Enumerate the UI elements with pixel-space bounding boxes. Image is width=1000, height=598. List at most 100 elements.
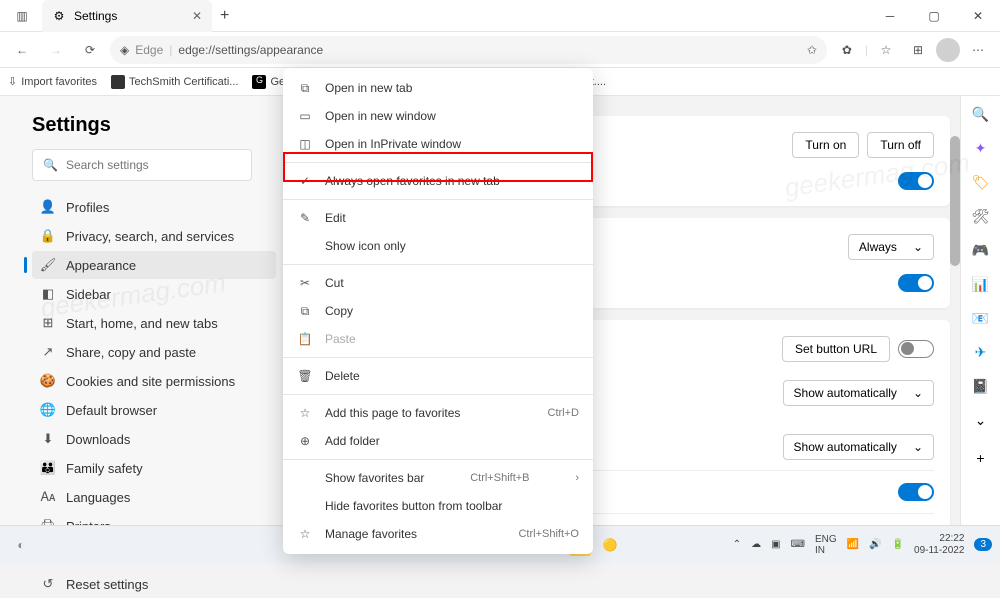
games-icon[interactable]: 🎮 [971, 240, 991, 260]
chevron-down-icon: ⌄ [913, 240, 923, 254]
minimize-button[interactable]: ─ [868, 0, 912, 32]
tools-icon[interactable]: 🛠 [971, 206, 991, 226]
favicon: G [252, 75, 266, 89]
context-menu-item[interactable]: ☆Manage favoritesCtrl+Shift+O [283, 520, 593, 548]
tray-keyboard[interactable]: ⌨ [791, 539, 805, 550]
tray-battery[interactable]: 🔋 [892, 539, 904, 550]
toggle[interactable] [898, 340, 934, 358]
context-menu-item[interactable]: Show icon only [283, 232, 593, 260]
toggle[interactable] [898, 274, 934, 292]
forward-button: → [42, 36, 70, 64]
maximize-button[interactable]: ▢ [912, 0, 956, 32]
address-url: edge://settings/appearance [178, 43, 323, 57]
toggle[interactable] [898, 483, 934, 501]
collections-icon[interactable]: ⊞ [904, 36, 932, 64]
favorite-icon[interactable]: ✩ [807, 43, 817, 57]
turn-off-button[interactable]: Turn off [867, 132, 934, 158]
avatar[interactable] [936, 38, 960, 62]
chevron-down-icon[interactable]: ⌄ [971, 410, 991, 430]
turn-on-button[interactable]: Turn on [792, 132, 859, 158]
favicon [111, 75, 125, 89]
tray-wifi[interactable]: 📶 [847, 539, 859, 550]
close-button[interactable]: ✕ [956, 0, 1000, 32]
context-menu-item[interactable]: ⧉Copy [283, 297, 593, 325]
nav-icon: ◧ [40, 286, 56, 302]
sidebar-item[interactable]: ⊞Start, home, and new tabs [32, 309, 276, 337]
toggle[interactable] [898, 172, 934, 190]
context-menu-item[interactable]: ⧉Open in new tab [283, 74, 593, 102]
close-tab-icon[interactable]: ✕ [192, 9, 202, 23]
clock[interactable]: 22:2209-11-2022 [914, 533, 964, 557]
select-show-auto[interactable]: Show automatically⌄ [783, 434, 934, 460]
outlook-icon[interactable]: 📧 [971, 308, 991, 328]
menu-icon: ✎ [297, 210, 313, 226]
menu-icon [297, 470, 313, 486]
taskbar-canary[interactable]: 🟡 [597, 532, 623, 558]
menu-icon: ▭ [297, 108, 313, 124]
page-title: Settings [32, 114, 276, 137]
sidebar-item[interactable]: ◧Sidebar [32, 280, 276, 308]
context-menu-item[interactable]: 🗑Delete [283, 362, 593, 390]
search-box[interactable]: 🔍 [32, 149, 252, 181]
taskview-icon[interactable]: ◐ [8, 532, 34, 558]
context-menu-item[interactable]: Hide favorites button from toolbar [283, 492, 593, 520]
add-icon[interactable]: + [971, 448, 991, 468]
context-menu-item[interactable]: ✓Always open favorites in new tab [283, 167, 593, 195]
tab-title: Settings [74, 9, 117, 23]
browser-tab[interactable]: ⚙ Settings ✕ [42, 0, 212, 32]
sidebar-item[interactable]: 👤Profiles [32, 193, 276, 221]
bookmark-item[interactable]: ⇩Import favorites [8, 75, 97, 88]
office-icon[interactable]: 📊 [971, 274, 991, 294]
tray-onedrive[interactable]: ☁ [751, 539, 761, 550]
notification-badge[interactable]: 3 [974, 538, 992, 551]
select-always[interactable]: Always⌄ [848, 234, 934, 260]
address-bar[interactable]: ◈ Edge | edge://settings/appearance ✩ [110, 36, 827, 64]
menu-icon: ☆ [297, 526, 313, 542]
search-icon: 🔍 [43, 158, 58, 172]
select-show-auto[interactable]: Show automatically⌄ [783, 380, 934, 406]
bookmark-item[interactable]: TechSmith Certificati... [111, 75, 238, 89]
sidebar-item[interactable]: ↺Reset settings [32, 570, 276, 598]
context-menu-item[interactable]: ✂Cut [283, 269, 593, 297]
context-menu-item[interactable]: ▭Open in new window [283, 102, 593, 130]
back-button[interactable]: ← [8, 36, 36, 64]
nav-icon: 🌐 [40, 402, 56, 418]
tray-icon[interactable]: ⌃ [733, 539, 741, 550]
sidebar-item[interactable]: 🌐Default browser [32, 396, 276, 424]
menu-icon: ✂ [297, 275, 313, 291]
menu-icon: 🗑 [297, 368, 313, 384]
context-menu-item[interactable]: Show favorites barCtrl+Shift+B› [283, 464, 593, 492]
tray-lang[interactable]: ENGIN [815, 534, 837, 556]
set-url-button[interactable]: Set button URL [782, 336, 890, 362]
search-icon[interactable]: 🔍 [971, 104, 991, 124]
context-menu-item[interactable]: ◫Open in InPrivate window [283, 130, 593, 158]
menu-icon: ⊕ [297, 433, 313, 449]
sidebar-item[interactable]: ↗Share, copy and paste [32, 338, 276, 366]
context-menu-item[interactable]: ☆Add this page to favoritesCtrl+D [283, 399, 593, 427]
sidebar-item[interactable]: 🖌Appearance [32, 251, 276, 279]
menu-icon[interactable]: ⋯ [964, 36, 992, 64]
menu-icon: ☆ [297, 405, 313, 421]
onenote-icon[interactable]: 📓 [971, 376, 991, 396]
sidebar-item[interactable]: 🗛Languages [32, 483, 276, 511]
tray-volume[interactable]: 🔊 [869, 539, 881, 550]
context-menu-item[interactable]: ⊕Add folder [283, 427, 593, 455]
search-input[interactable] [66, 158, 241, 172]
sidebar-item[interactable]: 👪Family safety [32, 454, 276, 482]
new-tab-button[interactable]: + [212, 7, 237, 25]
scrollbar[interactable] [950, 136, 960, 266]
extensions-icon[interactable]: ✿ [833, 36, 861, 64]
sidebar-item[interactable]: 🍪Cookies and site permissions [32, 367, 276, 395]
refresh-button[interactable]: ⟳ [76, 36, 104, 64]
sidebar-item[interactable]: 🔒Privacy, search, and services [32, 222, 276, 250]
tag-icon[interactable]: 🏷 [971, 172, 991, 192]
context-menu-item[interactable]: ✎Edit [283, 204, 593, 232]
sparkle-icon[interactable]: ✦ [971, 138, 991, 158]
titlebar: ▥ ⚙ Settings ✕ + ─ ▢ ✕ [0, 0, 1000, 32]
sidebar-item[interactable]: ⬇Downloads [32, 425, 276, 453]
tab-actions-icon[interactable]: ▥ [8, 2, 36, 30]
telegram-icon[interactable]: ✈ [971, 342, 991, 362]
favorites-icon[interactable]: ☆ [872, 36, 900, 64]
tray-graphics[interactable]: ▣ [771, 539, 780, 550]
nav-icon: 🍪 [40, 373, 56, 389]
